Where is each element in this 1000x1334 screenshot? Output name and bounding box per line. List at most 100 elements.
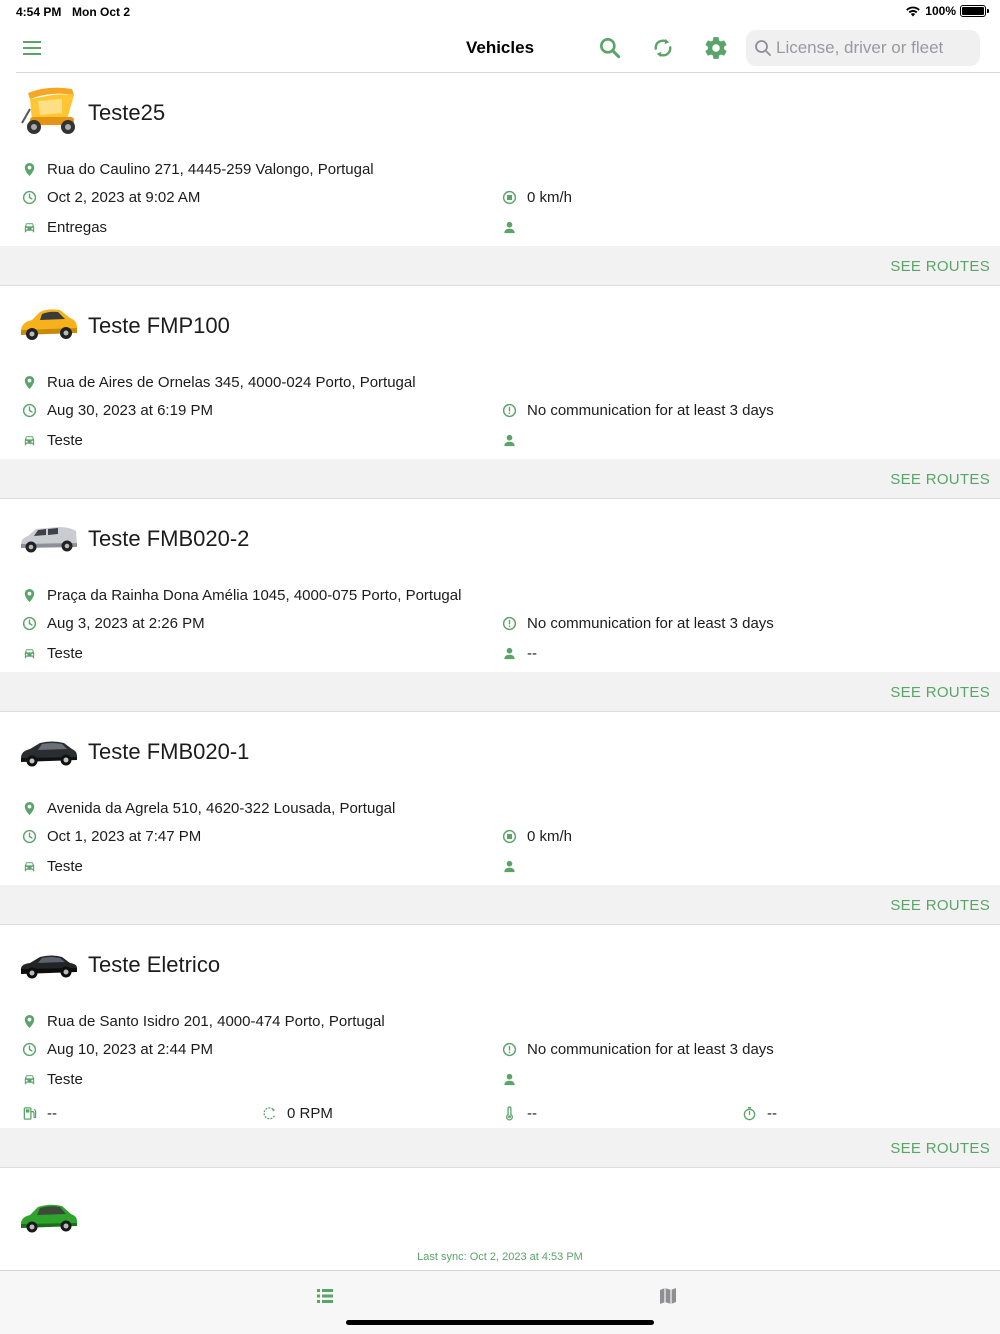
see-routes-button[interactable]: SEE ROUTES <box>890 258 990 275</box>
address-text: Avenida da Agrela 510, 4620-322 Lousada,… <box>47 799 396 817</box>
clock-icon <box>22 1042 37 1056</box>
address-row: Rua do Caulino 271, 4445-259 Valongo, Po… <box>22 158 374 180</box>
address-text: Rua do Caulino 271, 4445-259 Valongo, Po… <box>47 160 374 178</box>
search-box[interactable] <box>746 30 980 66</box>
card-footer: SEE ROUTES <box>0 459 1000 499</box>
location-pin-icon <box>24 1014 35 1028</box>
see-routes-button[interactable]: SEE ROUTES <box>890 684 990 701</box>
stopped-icon <box>502 190 517 204</box>
datetime-row: Aug 3, 2023 at 2:26 PM <box>22 612 205 634</box>
vehicle-name: Teste25 <box>88 100 166 125</box>
vehicle-card[interactable]: Teste FMB020-1 Avenida da Agrela 510, 46… <box>0 712 1000 925</box>
battery-percent: 100% <box>925 4 956 18</box>
clock-icon <box>22 616 37 630</box>
tuk-tuk-icon <box>21 87 75 134</box>
car-icon <box>24 222 35 232</box>
driver-row <box>502 429 527 451</box>
rpm-row: 0 RPM <box>262 1102 333 1124</box>
vehicle-name: Teste FMB020-1 <box>88 739 250 764</box>
fleet-row: Teste <box>22 642 83 664</box>
search-field-icon <box>755 40 771 56</box>
datetime-text: Oct 1, 2023 at 7:47 PM <box>47 827 202 845</box>
clock-icon <box>22 190 37 204</box>
temperature-row: -- <box>502 1102 537 1124</box>
alert-icon <box>502 403 517 417</box>
card-footer: SEE ROUTES <box>0 885 1000 925</box>
car-icon <box>24 1074 35 1084</box>
status-text: 0 km/h <box>527 827 573 845</box>
status-row: No communication for at least 3 days <box>502 399 774 421</box>
search-icon[interactable] <box>597 35 623 61</box>
person-icon <box>504 1073 515 1085</box>
map-icon[interactable] <box>657 1285 679 1307</box>
location-pin-icon <box>24 162 35 176</box>
car-icon <box>24 861 35 871</box>
stopped-icon <box>502 829 517 843</box>
vehicle-card[interactable]: Teste25 Rua do Caulino 271, 4445-259 Val… <box>0 73 1000 286</box>
status-text: No communication for at least 3 days <box>527 614 774 632</box>
see-routes-button[interactable]: SEE ROUTES <box>890 897 990 914</box>
driver-row <box>502 1068 527 1090</box>
status-row: No communication for at least 3 days <box>502 612 774 634</box>
status-right: 100% <box>905 4 989 18</box>
timer-row: -- <box>742 1102 777 1124</box>
fleet-text: Entregas <box>47 218 108 236</box>
list-icon[interactable] <box>314 1285 336 1307</box>
vehicle-card[interactable]: Teste Eletrico Rua de Santo Isidro 201, … <box>0 925 1000 1168</box>
see-routes-button[interactable]: SEE ROUTES <box>890 471 990 488</box>
status-row: No communication for at least 3 days <box>502 1038 774 1060</box>
refresh-icon[interactable] <box>650 35 676 61</box>
datetime-text: Aug 10, 2023 at 2:44 PM <box>47 1040 213 1058</box>
fleet-row: Teste <box>22 429 83 451</box>
status-time: 4:54 PM <box>16 5 62 19</box>
vehicle-name: Teste FMB020-2 <box>88 526 250 551</box>
fleet-row: Teste <box>22 1068 83 1090</box>
address-text: Rua de Santo Isidro 201, 4000-474 Porto,… <box>47 1012 385 1030</box>
vehicle-card[interactable]: Teste FMP100 Rua de Aires de Ornelas 345… <box>0 286 1000 499</box>
location-pin-icon <box>24 801 35 815</box>
driver-row: -- <box>502 642 537 664</box>
black-sedan-icon <box>21 955 77 979</box>
alert-icon <box>502 616 517 630</box>
datetime-text: Aug 3, 2023 at 2:26 PM <box>47 614 205 632</box>
car-icon <box>24 648 35 658</box>
datetime-row: Aug 10, 2023 at 2:44 PM <box>22 1038 213 1060</box>
clock-icon <box>22 403 37 417</box>
thermometer-icon <box>506 1105 513 1120</box>
driver-row <box>502 216 527 238</box>
car-icon <box>24 435 35 445</box>
silver-van-icon <box>21 527 77 553</box>
status-text: No communication for at least 3 days <box>527 401 774 419</box>
location-pin-icon <box>24 375 35 389</box>
status-row: 0 km/h <box>502 186 572 208</box>
home-indicator <box>346 1320 654 1325</box>
address-row: Rua de Aires de Ornelas 345, 4000-024 Po… <box>22 371 416 393</box>
clock-icon <box>22 829 37 843</box>
person-icon <box>504 221 515 233</box>
see-routes-button[interactable]: SEE ROUTES <box>890 1140 990 1157</box>
datetime-text: Aug 30, 2023 at 6:19 PM <box>47 401 213 419</box>
fleet-text: Teste <box>47 431 83 449</box>
last-sync-text: Last sync: Oct 2, 2023 at 4:53 PM <box>417 1251 583 1263</box>
datetime-text: Oct 2, 2023 at 9:02 AM <box>47 188 201 206</box>
gear-icon[interactable] <box>703 35 729 61</box>
fleet-text: Teste <box>47 857 83 875</box>
fuel-icon <box>23 1106 37 1120</box>
navbar: Vehicles <box>0 24 1000 72</box>
card-footer: SEE ROUTES <box>0 1128 1000 1168</box>
status-bar: 4:54 PM Mon Oct 2 100% <box>0 0 1000 24</box>
fuel-row: -- <box>22 1102 57 1124</box>
fuel-text: -- <box>47 1104 57 1122</box>
status-date: Mon Oct 2 <box>72 5 131 19</box>
search-input[interactable] <box>776 34 972 62</box>
driver-row <box>502 855 527 877</box>
alert-icon <box>502 1042 517 1056</box>
temperature-text: -- <box>527 1104 537 1122</box>
vehicle-card[interactable]: Teste FMB020-2 Praça da Rainha Dona Amél… <box>0 499 1000 712</box>
fleet-row: Entregas <box>22 216 107 238</box>
datetime-row: Oct 2, 2023 at 9:02 AM <box>22 186 200 208</box>
address-row: Praça da Rainha Dona Amélia 1045, 4000-0… <box>22 584 461 606</box>
fleet-row: Teste <box>22 855 83 877</box>
person-icon <box>504 860 515 872</box>
rpm-icon <box>263 1106 275 1119</box>
